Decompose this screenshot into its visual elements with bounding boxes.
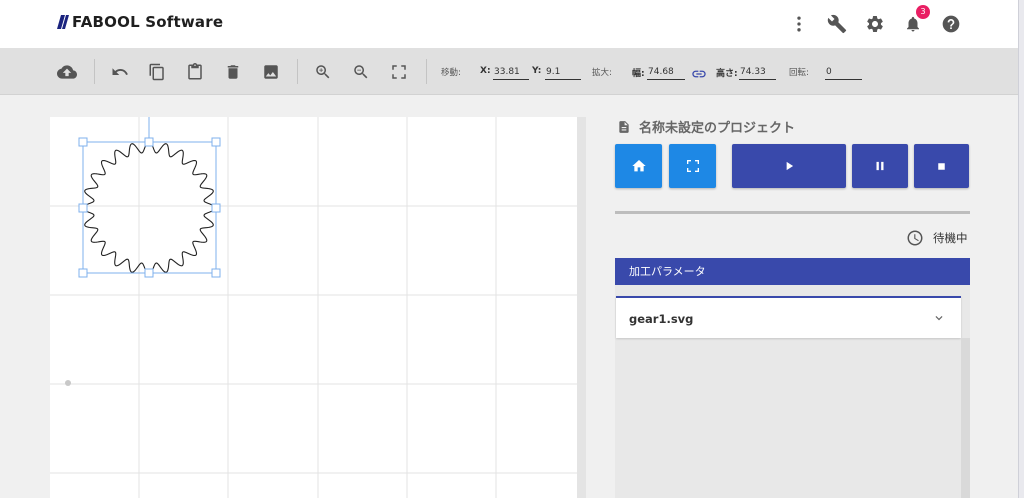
rotate-label: 回転: <box>789 68 809 78</box>
undo-icon[interactable] <box>108 60 132 84</box>
gear-shape <box>81 140 217 276</box>
frame-button[interactable] <box>669 144 716 188</box>
scale-label: 拡大: <box>592 68 612 78</box>
rotate-input[interactable] <box>825 64 862 80</box>
resize-handle <box>144 137 154 147</box>
job-progress-bar <box>615 211 970 214</box>
resize-handle <box>211 137 221 147</box>
file-expander[interactable]: gear1.svg <box>616 296 961 338</box>
logo-mark-icon <box>57 15 69 29</box>
paste-icon[interactable] <box>183 60 207 84</box>
home-button[interactable] <box>615 144 662 188</box>
stop-button[interactable] <box>914 144 969 188</box>
help-icon[interactable] <box>939 12 963 36</box>
toolbar-divider <box>426 59 427 84</box>
app-header: FABOOL Software 3 <box>0 0 1018 48</box>
canvas-scrollbar[interactable] <box>577 117 586 498</box>
app-logo[interactable]: FABOOL Software <box>57 13 223 31</box>
width-label: 幅: <box>632 69 645 79</box>
frame-icon <box>686 160 699 172</box>
play-icon <box>786 161 794 171</box>
more-menu-icon[interactable] <box>787 12 811 36</box>
status-text: 待機中 <box>933 231 968 245</box>
panel-scrollbar[interactable] <box>961 338 970 498</box>
height-input[interactable] <box>739 64 776 80</box>
y-label: Y: <box>532 66 542 76</box>
logo-text: FABOOL Software <box>72 13 224 31</box>
resize-handle <box>144 268 154 278</box>
width-input[interactable] <box>647 64 685 80</box>
link-aspect-icon[interactable] <box>691 66 707 82</box>
document-icon <box>619 120 629 133</box>
copy-icon[interactable] <box>145 60 169 84</box>
window-edge <box>1018 0 1024 498</box>
project-title-text: 名称未設定のプロジェクト <box>639 121 796 136</box>
move-label: 移動: <box>441 68 461 78</box>
resize-handle <box>211 268 221 278</box>
work-canvas[interactable] <box>50 117 577 498</box>
machine-status: 待機中 <box>906 229 968 247</box>
chevron-down-icon[interactable] <box>932 311 946 325</box>
clock-icon <box>907 230 923 246</box>
resize-handle <box>78 137 88 147</box>
notification-badge: 3 <box>916 5 930 19</box>
stop-icon <box>938 162 945 170</box>
pause-button[interactable] <box>852 144 908 188</box>
file-name: gear1.svg <box>629 312 694 326</box>
canvas-marker <box>65 380 71 386</box>
resize-handle <box>78 268 88 278</box>
toolbar-divider <box>297 59 298 84</box>
fit-screen-icon[interactable] <box>387 60 411 84</box>
x-label: X: <box>480 66 491 76</box>
gear-icon[interactable] <box>863 12 887 36</box>
wrench-icon[interactable] <box>825 12 849 36</box>
project-title: 名称未設定のプロジェクト <box>617 117 795 136</box>
y-position-input[interactable] <box>545 64 581 80</box>
zoom-out-icon[interactable] <box>349 60 373 84</box>
edit-toolbar: 移動: X: Y: 拡大: 幅: 高さ: 回転: <box>0 48 1018 95</box>
canvas-grid <box>50 117 577 498</box>
toolbar-divider <box>94 59 95 84</box>
pause-icon <box>876 161 884 171</box>
start-button[interactable] <box>732 144 846 188</box>
resize-handle <box>211 203 221 213</box>
delete-icon[interactable] <box>221 60 245 84</box>
image-icon[interactable] <box>259 60 283 84</box>
cloud-upload-icon[interactable] <box>55 60 79 84</box>
home-icon <box>631 160 646 172</box>
height-label: 高さ: <box>716 69 738 79</box>
resize-handle <box>78 203 88 213</box>
zoom-in-icon[interactable] <box>311 60 335 84</box>
params-header: 加工パラメータ <box>615 258 970 285</box>
x-position-input[interactable] <box>493 64 529 80</box>
bell-icon[interactable]: 3 <box>901 5 930 36</box>
